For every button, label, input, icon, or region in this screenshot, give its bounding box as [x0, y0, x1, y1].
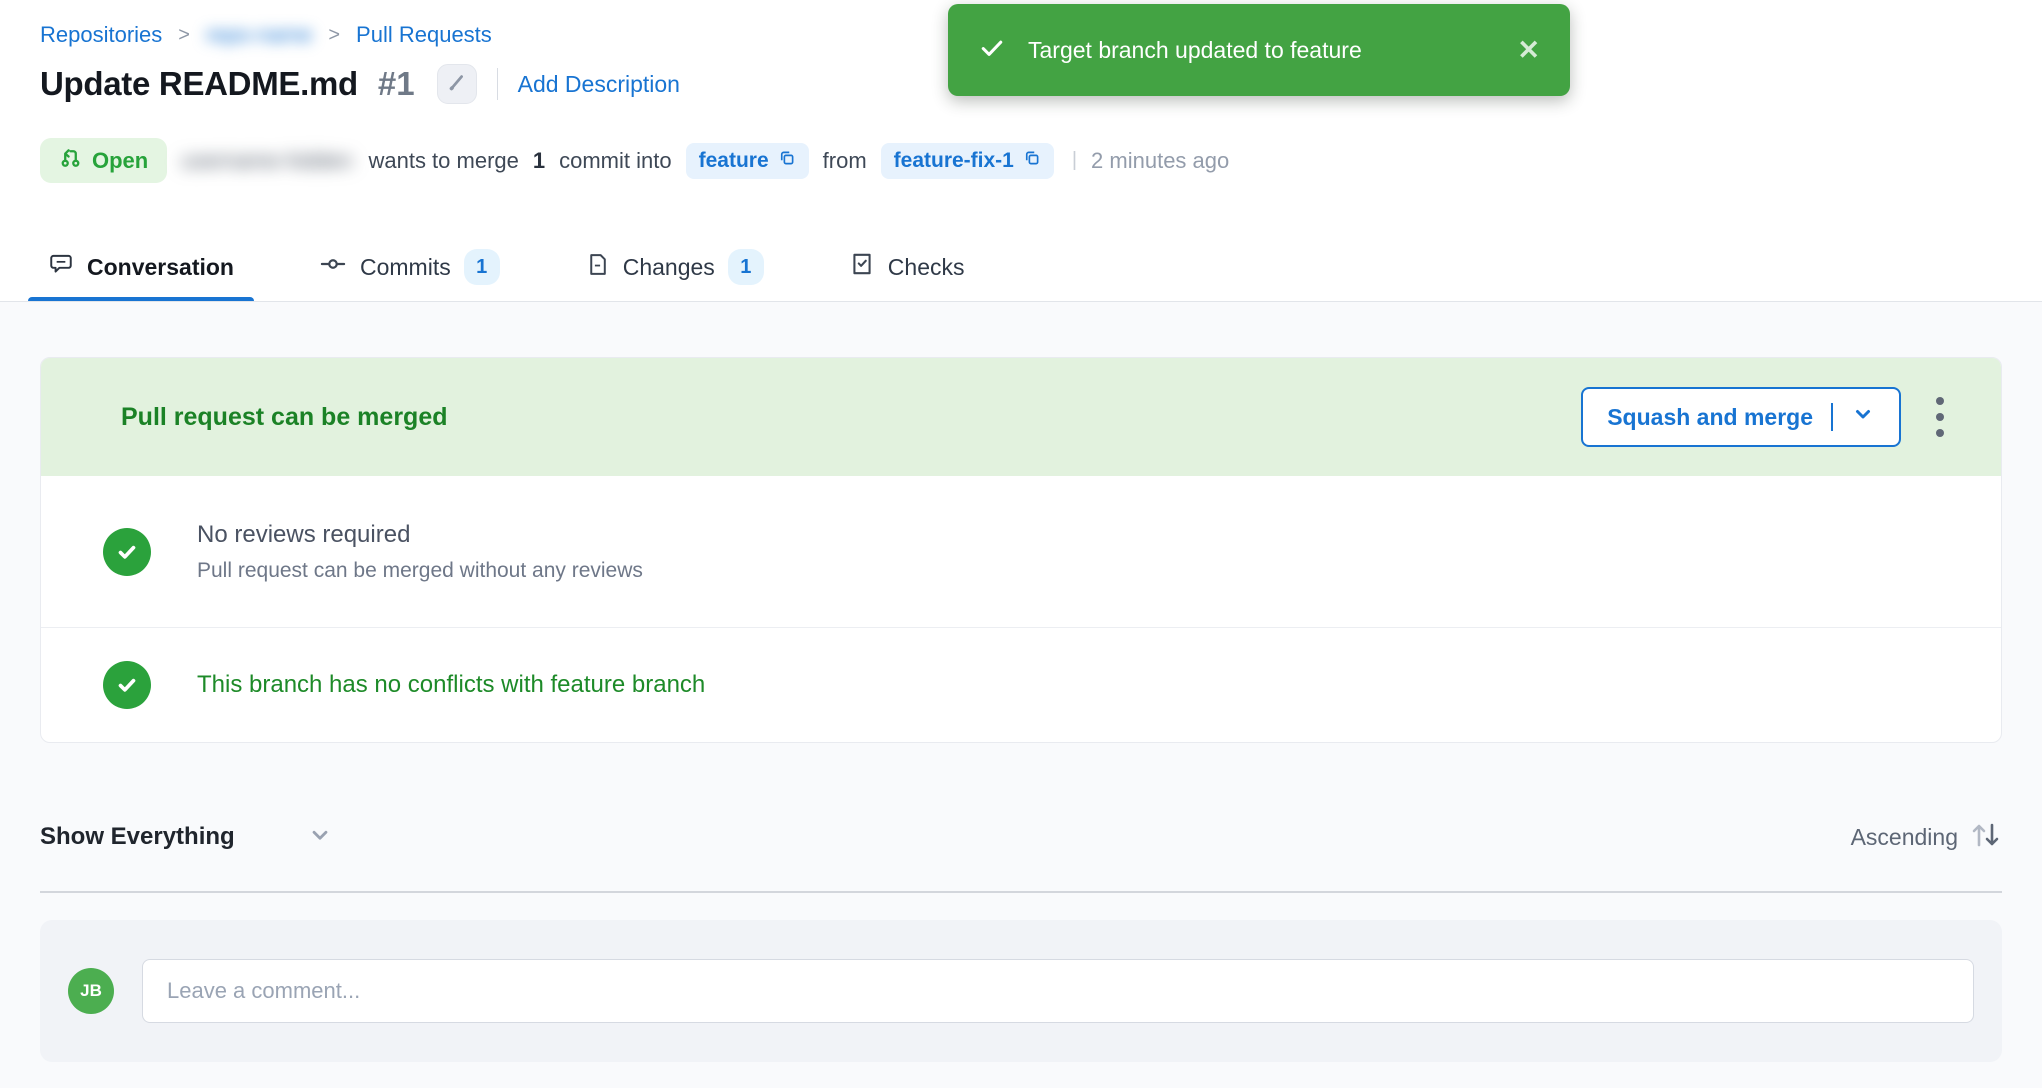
breadcrumb: Repositories > repo-name > Pull Requests [40, 22, 492, 48]
merge-banner: Pull request can be merged Squash and me… [41, 358, 2001, 476]
merge-button-divider [1831, 403, 1833, 431]
filter-label: Show Everything [40, 823, 235, 851]
status-text: from [823, 148, 867, 174]
tab-label: Commits [360, 254, 451, 281]
review-check-row: No reviews required Pull request can be … [41, 476, 2001, 628]
comment-composer: JB [40, 920, 2002, 1062]
commit-count: 1 [533, 148, 545, 174]
pr-status-row: Open username-hidden wants to merge 1 co… [40, 138, 1229, 183]
merge-banner-title: Pull request can be merged [121, 403, 448, 432]
merge-status-card: Pull request can be merged Squash and me… [40, 357, 2002, 743]
commit-icon [319, 250, 347, 284]
tab-label: Checks [888, 254, 965, 281]
check-icon [978, 34, 1006, 67]
chevron-down-icon [235, 822, 333, 853]
edit-title-button[interactable] [437, 64, 477, 104]
conflict-check-texts: This branch has no conflicts with featur… [197, 671, 705, 699]
kebab-dot [1936, 429, 1944, 437]
pr-state-badge: Open [40, 138, 167, 183]
tab-conversation[interactable]: Conversation [28, 232, 254, 302]
target-branch-badge[interactable]: feature [686, 143, 809, 179]
pr-created-time: 2 minutes ago [1091, 148, 1229, 174]
breadcrumb-repositories-link[interactable]: Repositories [40, 22, 162, 48]
squash-and-merge-button[interactable]: Squash and merge [1581, 387, 1901, 447]
title-row: Update README.md #1 Add Description [40, 64, 680, 104]
pencil-icon [446, 72, 468, 97]
comment-input[interactable] [142, 959, 1974, 1023]
pr-tabs: Conversation Commits 1 [28, 232, 1030, 302]
comment-bubble-icon [48, 251, 74, 283]
breadcrumb-separator: > [178, 24, 190, 47]
tab-changes-count-badge: 1 [728, 249, 764, 285]
toast-message: Target branch updated to feature [1028, 37, 1362, 64]
review-check-title: No reviews required [197, 521, 643, 549]
status-text: commit into [559, 148, 671, 174]
conflict-check-title: This branch has no conflicts with featur… [197, 671, 705, 699]
avatar: JB [68, 968, 114, 1014]
pr-state-label: Open [92, 148, 148, 174]
checklist-icon [849, 251, 875, 283]
toast-close-button[interactable]: ✕ [1517, 37, 1540, 64]
timeline-divider [40, 891, 2002, 893]
kebab-dot [1936, 413, 1944, 421]
success-toast: Target branch updated to feature ✕ [948, 4, 1570, 96]
title-divider [497, 68, 498, 100]
tab-label: Conversation [87, 254, 234, 281]
pr-author-redacted[interactable]: username-hidden [181, 148, 352, 174]
breadcrumb-separator: > [328, 24, 340, 47]
copy-icon[interactable] [1023, 149, 1041, 173]
status-text: wants to merge [368, 148, 518, 174]
pull-request-page: Repositories > repo-name > Pull Requests… [0, 0, 2042, 1088]
file-icon [585, 252, 610, 283]
tab-commits-count-badge: 1 [464, 249, 500, 285]
tab-label: Changes [623, 254, 715, 281]
kebab-dot [1936, 397, 1944, 405]
chevron-down-icon[interactable] [1851, 402, 1875, 432]
sort-arrows-icon [1968, 820, 2002, 855]
sort-toggle[interactable]: Ascending [1851, 820, 2002, 855]
pull-request-icon [59, 146, 82, 175]
check-circle-icon [103, 661, 151, 709]
more-options-button[interactable] [1917, 387, 1963, 447]
status-divider: | [1072, 149, 1077, 172]
pr-number: #1 [378, 65, 415, 103]
conflict-check-row: This branch has no conflicts with featur… [41, 628, 2001, 742]
sort-label: Ascending [1851, 824, 1958, 851]
page-title: Update README.md [40, 65, 358, 103]
timeline-filter-bar: Show Everything Ascending [40, 807, 2002, 867]
show-everything-dropdown[interactable]: Show Everything [40, 822, 333, 853]
tab-checks[interactable]: Checks [829, 232, 985, 302]
tab-changes[interactable]: Changes 1 [565, 232, 784, 302]
add-description-link[interactable]: Add Description [518, 71, 680, 98]
target-branch-name: feature [699, 149, 769, 173]
source-branch-name: feature-fix-1 [894, 149, 1014, 173]
breadcrumb-repo-link-redacted[interactable]: repo-name [206, 22, 312, 48]
source-branch-badge[interactable]: feature-fix-1 [881, 143, 1054, 179]
breadcrumb-pull-requests-link[interactable]: Pull Requests [356, 22, 492, 48]
content-area: Pull request can be merged Squash and me… [0, 302, 2042, 1088]
merge-actions: Squash and merge [1581, 387, 1963, 447]
check-circle-icon [103, 528, 151, 576]
review-check-texts: No reviews required Pull request can be … [197, 521, 643, 583]
tab-commits[interactable]: Commits 1 [299, 232, 520, 302]
review-check-subtitle: Pull request can be merged without any r… [197, 559, 643, 583]
merge-button-label: Squash and merge [1607, 404, 1813, 431]
copy-icon[interactable] [778, 149, 796, 173]
